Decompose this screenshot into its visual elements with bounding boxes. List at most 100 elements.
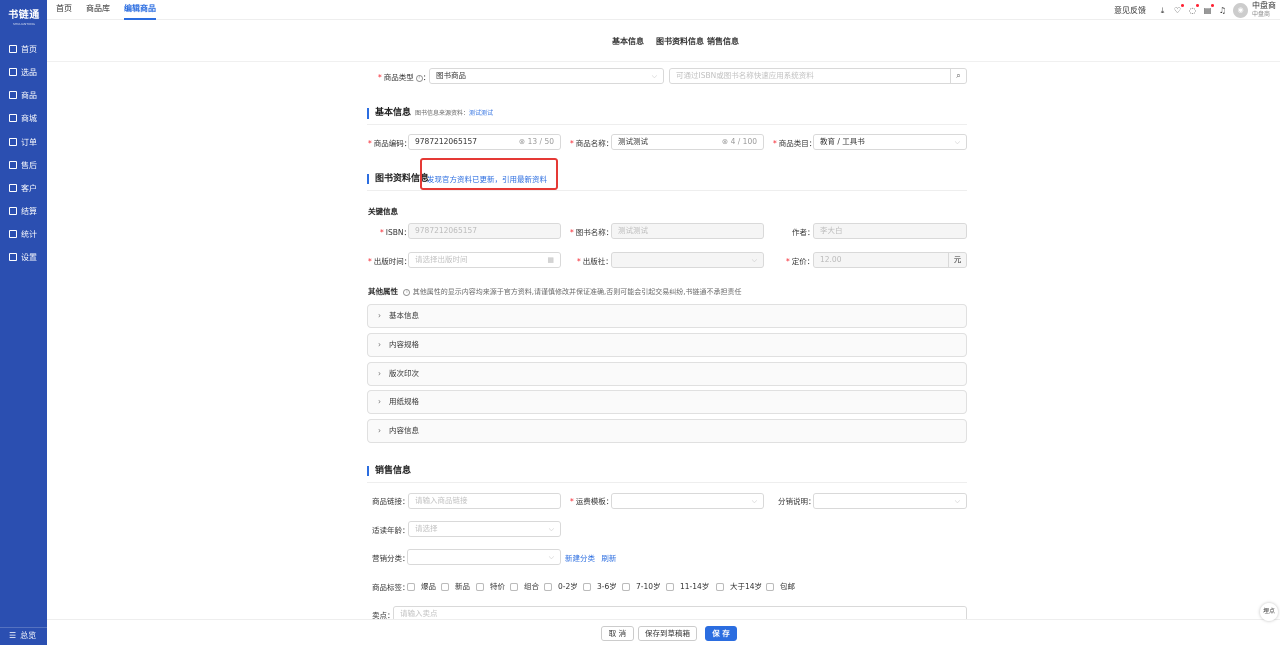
tag-checkbox[interactable]: 组合 bbox=[510, 581, 539, 592]
tag-checkbox[interactable]: 7-10岁 bbox=[622, 581, 661, 592]
top-tab-home[interactable]: 首页 bbox=[56, 0, 72, 20]
save-draft-button[interactable]: 保存到草稿箱 bbox=[638, 626, 697, 641]
panel-content-info[interactable]: › 内容信息 bbox=[367, 419, 967, 443]
new-category-link[interactable]: 新建分类 bbox=[565, 554, 595, 563]
age-select[interactable]: 请选择 ⌵ bbox=[408, 521, 561, 537]
panel-content-spec[interactable]: › 内容规格 bbox=[367, 333, 967, 357]
sidebar-item-customer[interactable]: 客户 bbox=[0, 179, 47, 197]
user-name: 中盘商 bbox=[1252, 1, 1276, 10]
chevron-right-icon: › bbox=[378, 369, 381, 378]
other-attributes-note: 其他属性的显示内容均来源于官方资料,请谨慎修改并保证准确,否则可能会引起交易纠纷… bbox=[412, 288, 742, 296]
distribution-select[interactable]: ⌵ bbox=[813, 493, 967, 509]
shipping-label: * 运费模板： bbox=[570, 497, 614, 506]
save-button[interactable]: 保 存 bbox=[705, 626, 737, 641]
sidebar-item-mall[interactable]: 商城 bbox=[0, 109, 47, 127]
category-label: * 商品类目： bbox=[773, 139, 817, 148]
search-icon[interactable]: ⌕ bbox=[950, 68, 967, 84]
code-label: * 商品编码： bbox=[368, 139, 412, 148]
chevron-down-icon: ⌵ bbox=[548, 525, 554, 533]
service-icon bbox=[9, 161, 17, 169]
pubdate-label: * 出版时间： bbox=[368, 257, 412, 266]
sidebar-item-order[interactable]: 订单 bbox=[0, 133, 47, 151]
isbn-input[interactable]: 9787212065157 bbox=[408, 223, 561, 239]
footer-actions: 取 消 保存到草稿箱 保 存 bbox=[47, 619, 1280, 645]
sidebar: 书链通 SHULIANTONG 首页 选品 商品 商城 订单 售后 客户 结算 … bbox=[0, 0, 47, 645]
clear-icon: ⊗ bbox=[518, 137, 526, 146]
sidebar-item-home[interactable]: 首页 bbox=[0, 40, 47, 58]
source-link[interactable]: 测试测试 bbox=[469, 110, 493, 117]
tag-checkbox[interactable]: 3-6岁 bbox=[583, 581, 617, 592]
chevron-right-icon: › bbox=[378, 311, 381, 320]
shield-icon[interactable]: ♡ bbox=[1173, 3, 1184, 15]
logo: 书链通 SHULIANTONG bbox=[6, 6, 42, 26]
section-sales-title: 销售信息 bbox=[367, 466, 411, 476]
chevron-right-icon: › bbox=[378, 426, 381, 435]
top-tab-edit[interactable]: 编辑商品 bbox=[124, 0, 156, 20]
document-icon[interactable]: ▤ bbox=[1203, 3, 1214, 15]
publisher-select[interactable]: ⌵ bbox=[611, 252, 764, 268]
key-info-title: 关键信息 bbox=[368, 207, 398, 216]
bookname-input[interactable]: 测试测试 bbox=[611, 223, 764, 239]
stats-icon bbox=[9, 230, 17, 238]
refresh-link[interactable]: 刷新 bbox=[601, 554, 616, 563]
sidebar-item-settings[interactable]: 设置 bbox=[0, 248, 47, 266]
tag-checkbox[interactable]: 特价 bbox=[476, 581, 505, 592]
tag-checkbox[interactable]: 爆品 bbox=[407, 581, 436, 592]
tag-checkbox[interactable]: 11-14岁 bbox=[666, 581, 709, 592]
mall-icon bbox=[9, 114, 17, 122]
pubdate-picker[interactable]: 请选择出版时间 ▦ bbox=[408, 252, 561, 268]
info-icon: ? bbox=[415, 74, 423, 82]
avatar[interactable]: ◉ bbox=[1233, 2, 1248, 18]
chevron-down-icon: ⌵ bbox=[751, 497, 757, 505]
product-code-input[interactable]: 9787212065157 ⊗ 13 / 50 bbox=[408, 134, 561, 150]
price-unit: 元 bbox=[948, 252, 967, 268]
tag-checkbox[interactable]: 包邮 bbox=[766, 581, 795, 592]
calendar-icon: ▦ bbox=[547, 256, 554, 264]
order-icon bbox=[9, 138, 17, 146]
select-icon bbox=[9, 68, 17, 76]
tag-checkbox[interactable]: 新品 bbox=[441, 581, 470, 592]
sidebar-item-select[interactable]: 选品 bbox=[0, 63, 47, 81]
category-select[interactable]: 教育 / 工具书 ⌵ bbox=[813, 134, 967, 150]
cancel-button[interactable]: 取 消 bbox=[601, 626, 634, 641]
isbn-label: * ISBN： bbox=[380, 228, 411, 237]
feedback-link[interactable]: 意见反馈 bbox=[1114, 5, 1146, 16]
price-label: * 定价： bbox=[786, 257, 815, 266]
panel-paper-spec[interactable]: › 用纸规格 bbox=[367, 390, 967, 414]
product-type-label: * 商品类型?： bbox=[378, 73, 431, 82]
top-tab-library[interactable]: 商品库 bbox=[86, 0, 110, 20]
tags-label: 商品标签： bbox=[372, 583, 410, 592]
product-name-input[interactable]: 测试测试 ⊗ 4 / 100 bbox=[611, 134, 764, 150]
goods-icon bbox=[9, 91, 17, 99]
menu-icon: ☰ bbox=[9, 631, 17, 640]
other-attributes-title: 其他属性 bbox=[368, 287, 398, 296]
product-link-input[interactable]: 请输入商品链接 bbox=[408, 493, 561, 509]
tag-checkbox[interactable]: 0-2岁 bbox=[544, 581, 578, 592]
marketing-category-select[interactable]: ⌵ bbox=[407, 549, 561, 565]
tag-checkbox[interactable]: 大于14岁 bbox=[716, 581, 762, 592]
anchor-book[interactable]: 图书资料信息 bbox=[656, 36, 704, 47]
user-info[interactable]: 中盘商 中盘商 bbox=[1252, 1, 1276, 19]
sidebar-overview[interactable]: ☰ 总览 bbox=[0, 627, 47, 643]
price-input[interactable]: 12.00 bbox=[813, 252, 949, 268]
marketing-label: 营销分类： bbox=[372, 554, 410, 563]
publisher-label: * 出版社： bbox=[577, 257, 613, 266]
panel-edition[interactable]: › 版次印次 bbox=[367, 362, 967, 386]
tracking-float-button[interactable]: 埋点 bbox=[1260, 603, 1278, 621]
name-label: * 商品名称： bbox=[570, 139, 614, 148]
update-official-data-link[interactable]: 发现官方资料已更新，引用最新资料 bbox=[427, 174, 547, 185]
author-input[interactable]: 李大白 bbox=[813, 223, 967, 239]
download-icon[interactable]: ⤓ bbox=[1158, 6, 1167, 15]
bell-icon[interactable]: ♫ bbox=[1218, 6, 1227, 15]
shipping-template-select[interactable]: ⌵ bbox=[611, 493, 764, 509]
headset-icon[interactable]: ◌ bbox=[1188, 3, 1199, 15]
panel-basic-info[interactable]: › 基本信息 bbox=[367, 304, 967, 328]
anchor-sales[interactable]: 销售信息 bbox=[707, 36, 739, 47]
anchor-basic[interactable]: 基本信息 bbox=[612, 36, 644, 47]
sidebar-item-service[interactable]: 售后 bbox=[0, 156, 47, 174]
product-type-select[interactable]: 图书商品 ⌵ bbox=[429, 68, 664, 84]
system-data-search-input[interactable]: 可通过ISBN或图书名称快速应用系统资料 bbox=[669, 68, 951, 84]
sidebar-item-settle[interactable]: 结算 bbox=[0, 202, 47, 220]
sidebar-item-goods[interactable]: 商品 bbox=[0, 86, 47, 104]
sidebar-item-stats[interactable]: 统计 bbox=[0, 225, 47, 243]
